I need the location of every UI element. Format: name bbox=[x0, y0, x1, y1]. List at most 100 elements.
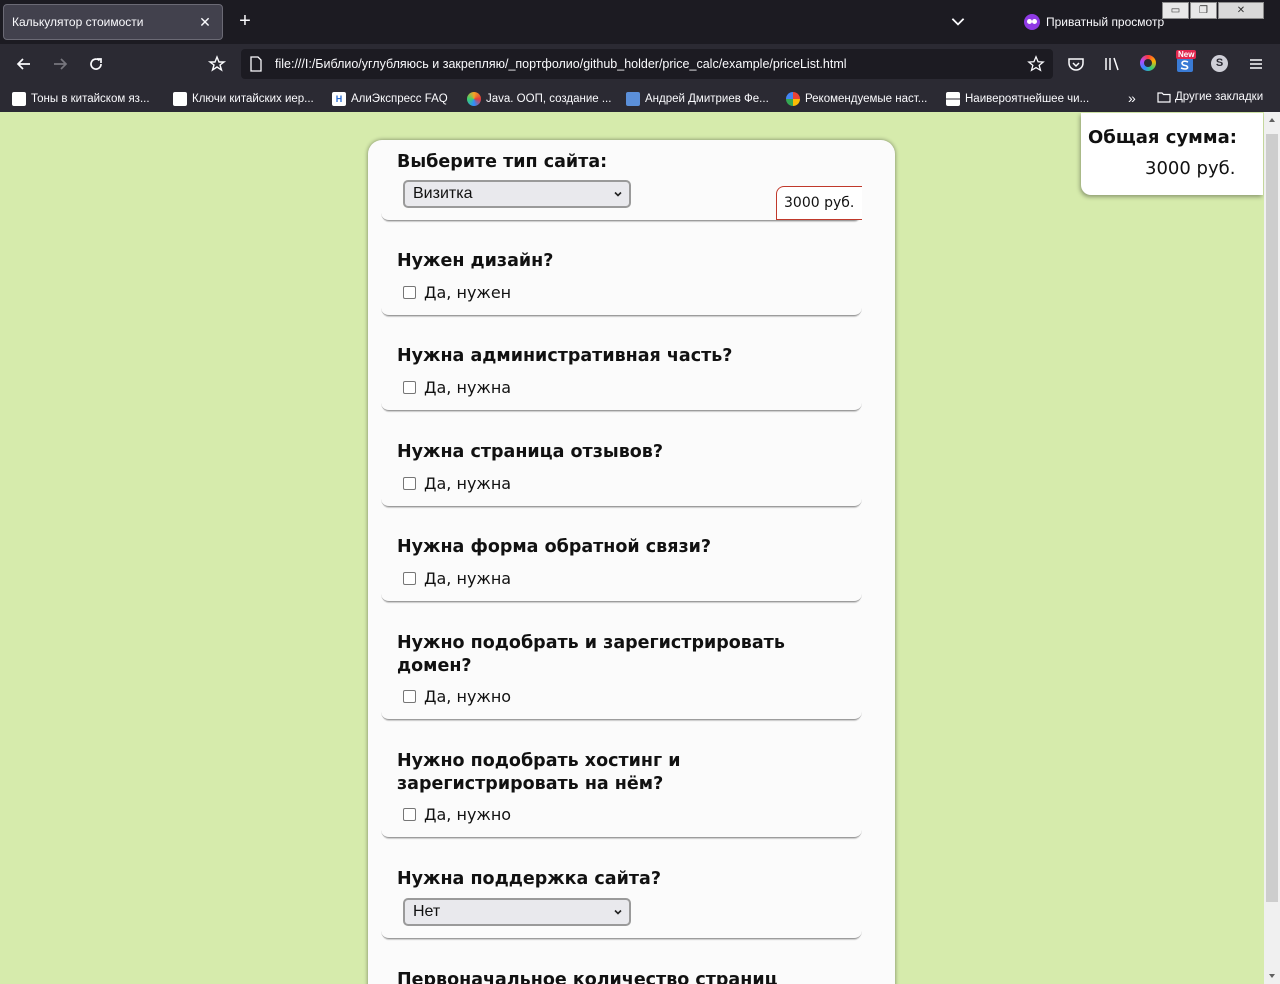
reviews-checkbox[interactable] bbox=[403, 477, 416, 490]
new-badge: New bbox=[1176, 50, 1197, 59]
chevron-down-icon bbox=[614, 191, 622, 197]
chevron-down-icon[interactable] bbox=[949, 12, 967, 30]
feedback-title: Нужна форма обратной связи? bbox=[397, 537, 712, 557]
chevron-down-icon bbox=[614, 909, 622, 915]
bookmark-star-icon[interactable] bbox=[1027, 55, 1045, 73]
reviews-checkbox-label: Да, нужна bbox=[424, 474, 512, 493]
hosting-title: Нужно подобрать хостинг и зарегистрирова… bbox=[397, 751, 681, 794]
file-icon bbox=[250, 56, 262, 72]
private-label: Приватный просмотр bbox=[1046, 15, 1165, 29]
design-checkbox[interactable] bbox=[403, 286, 416, 299]
close-tab-icon[interactable]: ✕ bbox=[196, 13, 214, 31]
home-star-icon[interactable] bbox=[207, 54, 227, 74]
bookmark-item[interactable]: Рекомендуемые наст... bbox=[786, 91, 927, 107]
admin-checkbox-label: Да, нужна bbox=[424, 378, 512, 397]
support-selected: Нет bbox=[413, 903, 441, 920]
bookmarks-bar: Тоны в китайском яз... Ключи китайских и… bbox=[0, 84, 1280, 112]
feedback-section: Нужна форма обратной связи? Да, нужна bbox=[381, 507, 862, 602]
design-title: Нужен дизайн? bbox=[397, 251, 554, 271]
admin-checkbox[interactable] bbox=[403, 381, 416, 394]
color-extension-icon[interactable] bbox=[1140, 55, 1156, 71]
hosting-checkbox-label: Да, нужно bbox=[424, 805, 512, 824]
tab-strip: Калькулятор стоимости ✕ + Приватный прос… bbox=[0, 0, 1280, 44]
site-type-selected: Визитка bbox=[413, 185, 473, 202]
minimize-button[interactable]: ▭ bbox=[1162, 2, 1189, 19]
site-type-select[interactable]: Визитка bbox=[403, 180, 631, 208]
bookmark-item[interactable]: Наивероятнейшее чи... bbox=[946, 91, 1089, 107]
scroll-up-icon[interactable] bbox=[1268, 116, 1276, 124]
bookmark-label: АлиЭкспресс FAQ bbox=[351, 93, 448, 105]
support-select[interactable]: Нет bbox=[403, 898, 631, 926]
site-type-title: Выберите тип сайта: bbox=[397, 152, 608, 172]
reviews-title: Нужна страница отзывов? bbox=[397, 442, 664, 462]
scroll-down-icon[interactable] bbox=[1268, 972, 1276, 980]
design-option[interactable]: Да, нужен bbox=[403, 283, 511, 302]
bookmark-item[interactable]: Андрей Дмитриев Фе... bbox=[626, 91, 769, 107]
calculator-card: Выберите тип сайта: Визитка 3000 руб. Ну… bbox=[368, 140, 895, 984]
admin-option[interactable]: Да, нужна bbox=[403, 378, 511, 397]
pages-section: Первоначальное количество страниц bbox=[381, 939, 862, 984]
domain-checkbox-label: Да, нужно bbox=[424, 687, 512, 706]
address-bar[interactable]: file:///I:/Библио/углубляюсь и закрепляю… bbox=[241, 49, 1053, 79]
bookmark-label: Рекомендуемые наст... bbox=[805, 93, 928, 105]
window-controls: ▭ ❐ ✕ bbox=[1162, 2, 1264, 19]
joomla-icon bbox=[467, 92, 481, 106]
feedback-checkbox[interactable] bbox=[403, 572, 416, 585]
other-bookmarks-folder[interactable]: Другие закладки bbox=[1157, 91, 1263, 103]
bookmark-label: Ключи китайских иер... bbox=[192, 93, 314, 105]
private-mask-icon bbox=[1024, 14, 1040, 30]
total-panel: Общая сумма: 3000 руб. bbox=[1081, 113, 1263, 195]
menu-icon[interactable] bbox=[1246, 54, 1266, 74]
domain-section: Нужно подобрать и зарегистрировать домен… bbox=[381, 602, 862, 720]
tab-active[interactable]: Калькулятор стоимости ✕ bbox=[3, 4, 223, 40]
feedback-checkbox-label: Да, нужна bbox=[424, 569, 512, 588]
bookmark-item[interactable]: Тоны в китайском яз... bbox=[12, 91, 150, 107]
domain-option[interactable]: Да, нужно bbox=[403, 687, 511, 706]
design-section: Нужен дизайн? Да, нужен bbox=[381, 221, 862, 316]
pocket-icon[interactable] bbox=[1066, 54, 1086, 74]
pages-title: Первоначальное количество страниц bbox=[397, 970, 778, 984]
restore-button[interactable]: ❐ bbox=[1190, 2, 1217, 19]
bookmark-item[interactable]: Java. ООП, создание ... bbox=[467, 91, 611, 107]
hosting-section: Нужно подобрать хостинг и зарегистрирова… bbox=[381, 720, 862, 838]
page-scrollbar[interactable] bbox=[1264, 112, 1280, 984]
more-bookmarks-icon[interactable]: » bbox=[1128, 90, 1136, 106]
reviews-option[interactable]: Да, нужна bbox=[403, 474, 511, 493]
google-icon bbox=[786, 92, 800, 106]
forward-arrow-icon[interactable] bbox=[50, 54, 70, 74]
hosting-checkbox[interactable] bbox=[403, 808, 416, 821]
admin-title: Нужна административная часть? bbox=[397, 346, 733, 366]
support-title: Нужна поддержка сайта? bbox=[397, 869, 661, 889]
hy-icon: H bbox=[332, 92, 346, 106]
close-window-button[interactable]: ✕ bbox=[1218, 2, 1264, 19]
library-icon[interactable] bbox=[1102, 54, 1122, 74]
bookmark-label: Наивероятнейшее чи... bbox=[965, 93, 1090, 105]
hosting-option[interactable]: Да, нужно bbox=[403, 805, 511, 824]
browser-chrome: Калькулятор стоимости ✕ + Приватный прос… bbox=[0, 0, 1280, 112]
scroll-thumb[interactable] bbox=[1266, 134, 1278, 902]
bookmark-item[interactable]: H АлиЭкспресс FAQ bbox=[332, 91, 448, 107]
design-checkbox-label: Да, нужен bbox=[424, 283, 512, 302]
grid-icon bbox=[946, 92, 960, 106]
new-tab-button[interactable]: + bbox=[235, 11, 255, 32]
reload-icon[interactable] bbox=[86, 54, 106, 74]
other-bookmarks-label: Другие закладки bbox=[1175, 91, 1264, 103]
domain-checkbox[interactable] bbox=[403, 690, 416, 703]
feedback-option[interactable]: Да, нужна bbox=[403, 569, 511, 588]
private-browsing-indicator: Приватный просмотр bbox=[1024, 13, 1164, 31]
support-section: Нужна поддержка сайта? Нет bbox=[381, 838, 862, 939]
cube-icon bbox=[626, 92, 640, 106]
folder-icon bbox=[1157, 92, 1171, 103]
site-type-price: 3000 руб. bbox=[776, 186, 862, 220]
nav-bar: file:///I:/Библио/углубляюсь и закрепляю… bbox=[0, 44, 1280, 84]
bookmark-item[interactable]: Ключи китайских иер... bbox=[173, 91, 314, 107]
bookmark-label: Java. ООП, создание ... bbox=[486, 93, 612, 105]
admin-section: Нужна административная часть? Да, нужна bbox=[381, 316, 862, 411]
account-icon[interactable]: S bbox=[1211, 55, 1228, 72]
tab-title: Калькулятор стоимости bbox=[12, 15, 144, 29]
bookmark-label: Андрей Дмитриев Фе... bbox=[645, 93, 769, 105]
back-arrow-icon[interactable] bbox=[14, 54, 34, 74]
reviews-section: Нужна страница отзывов? Да, нужна bbox=[381, 411, 862, 507]
site-type-section: Выберите тип сайта: Визитка 3000 руб. bbox=[381, 140, 862, 221]
total-value: 3000 руб. bbox=[1145, 158, 1236, 179]
